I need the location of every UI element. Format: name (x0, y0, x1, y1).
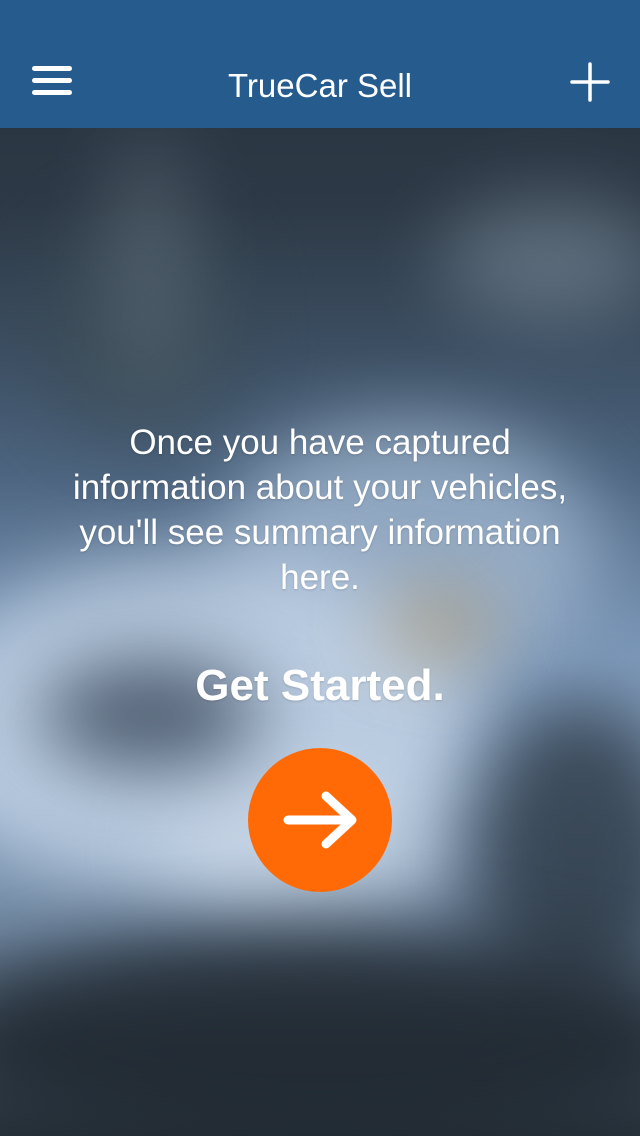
plus-icon (570, 62, 610, 102)
get-started-label: Get Started. (195, 661, 445, 710)
arrow-right-icon (283, 791, 357, 849)
empty-state: Once you have captured information about… (40, 420, 600, 714)
get-started-button[interactable] (248, 748, 392, 892)
hamburger-menu-icon (32, 66, 72, 71)
navigation-bar: TrueCar Sell (0, 0, 640, 128)
menu-button[interactable] (24, 60, 80, 104)
empty-state-message: Once you have captured information about… (72, 423, 568, 597)
add-vehicle-button[interactable] (566, 58, 614, 106)
screen: TrueCar Sell Once you have captured info… (0, 0, 640, 1136)
page-title: TrueCar Sell (228, 67, 412, 104)
